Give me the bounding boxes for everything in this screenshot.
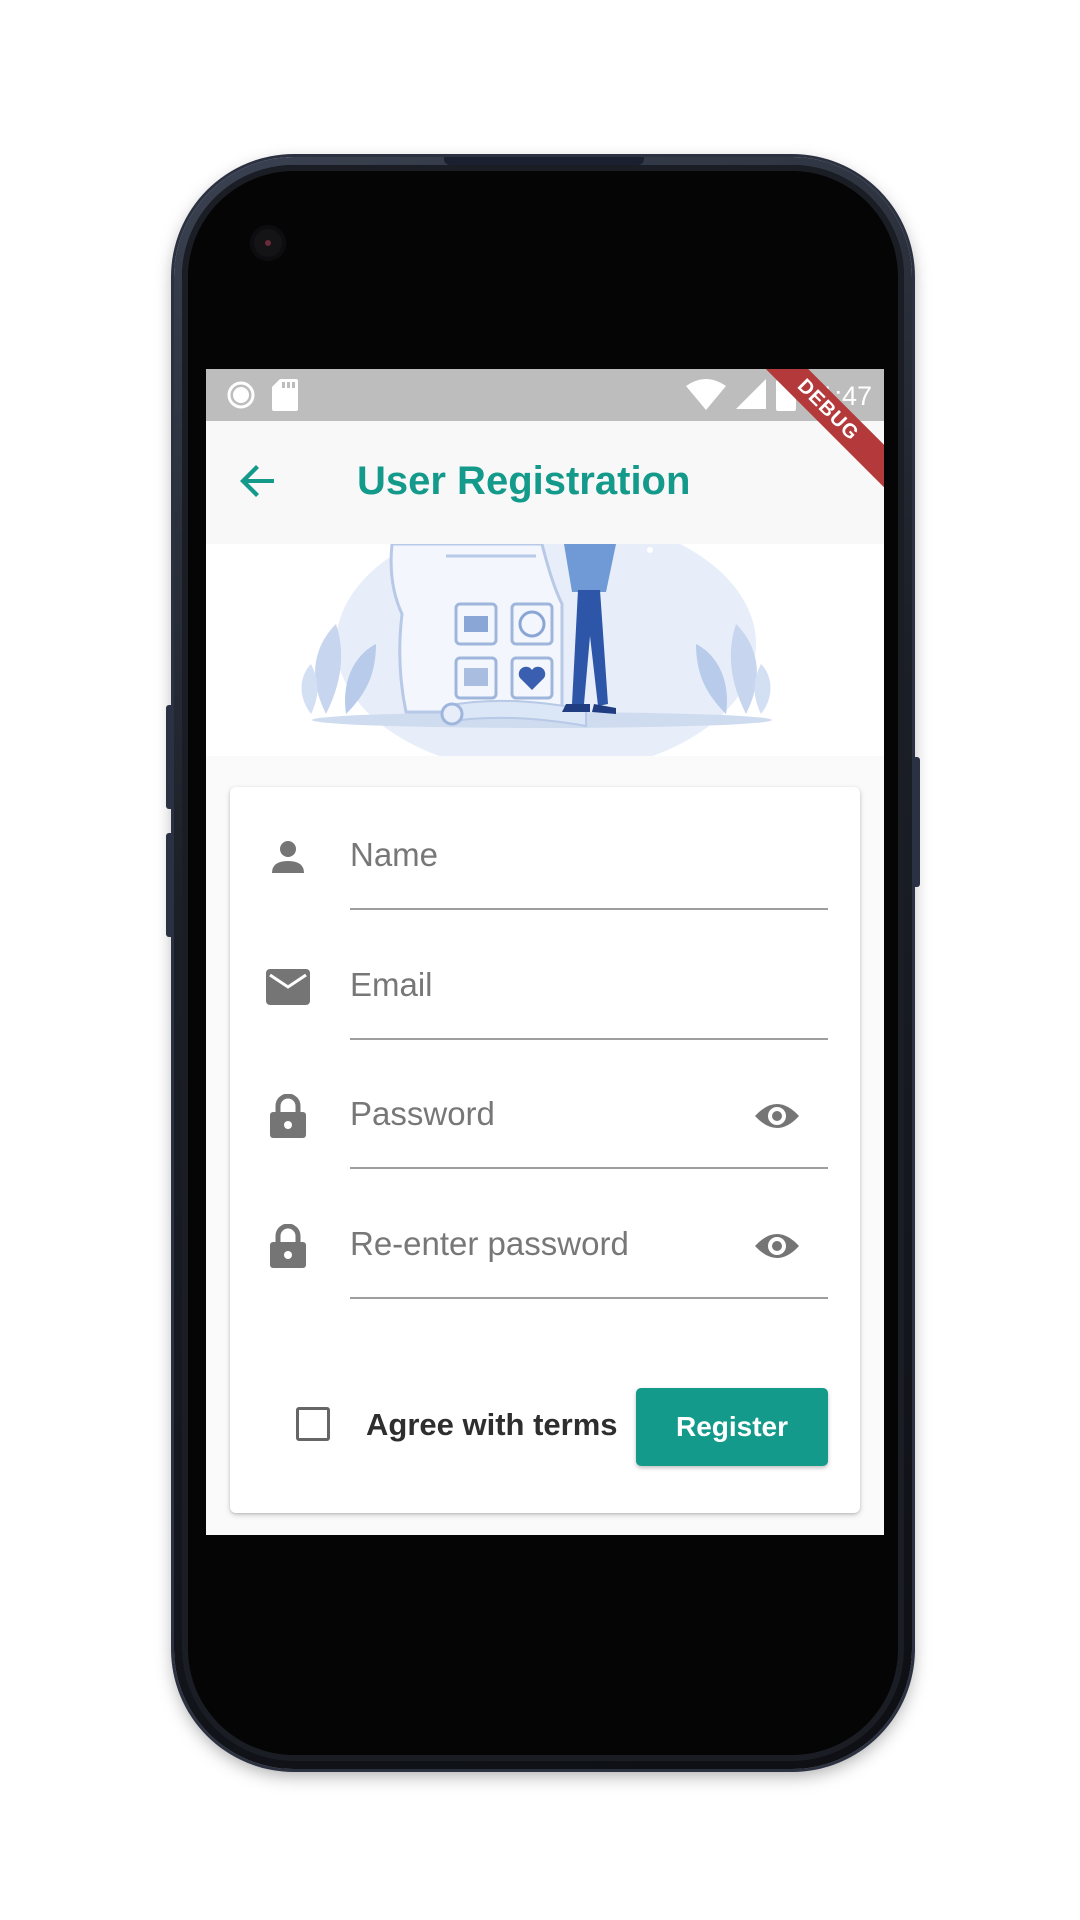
registration-card: Agree with terms Register [230,787,860,1513]
reenter-password-input[interactable] [350,1216,760,1272]
eye-icon[interactable] [752,1224,802,1268]
name-input[interactable] [350,827,760,883]
signal-icon [736,379,767,414]
agree-label: Agree with terms [366,1407,618,1442]
email-field [230,917,860,1047]
volume-down-button [166,833,174,937]
phone-speaker [444,157,644,165]
password-input[interactable] [350,1086,760,1142]
password-underline [350,1167,828,1169]
name-underline [350,908,828,910]
power-button [912,757,920,887]
email-underline [350,1038,828,1040]
register-button[interactable]: Register [636,1388,828,1466]
registration-illustration [206,544,884,756]
arrow-back-icon [238,461,278,506]
name-field [230,787,860,917]
sd-card-icon [272,379,298,416]
email-icon [266,965,310,1009]
wifi-icon [686,378,727,415]
lock-icon [266,1224,310,1268]
volume-up-button [166,705,174,809]
agree-checkbox[interactable] [296,1407,330,1441]
reenter-password-field [230,1176,860,1306]
app-bar: User Registration [206,421,884,544]
eye-icon[interactable] [752,1094,802,1138]
record-icon [226,380,256,415]
password-field [230,1046,860,1176]
page-title: User Registration [357,459,691,503]
email-input[interactable] [350,957,760,1013]
back-button[interactable] [236,461,280,505]
lock-icon [266,1094,310,1138]
app-screen: 11:47 User Registration DEBUG Name Email… [206,369,884,1535]
front-camera [250,225,286,261]
person-icon [266,835,310,879]
reenter-password-underline [350,1297,828,1299]
